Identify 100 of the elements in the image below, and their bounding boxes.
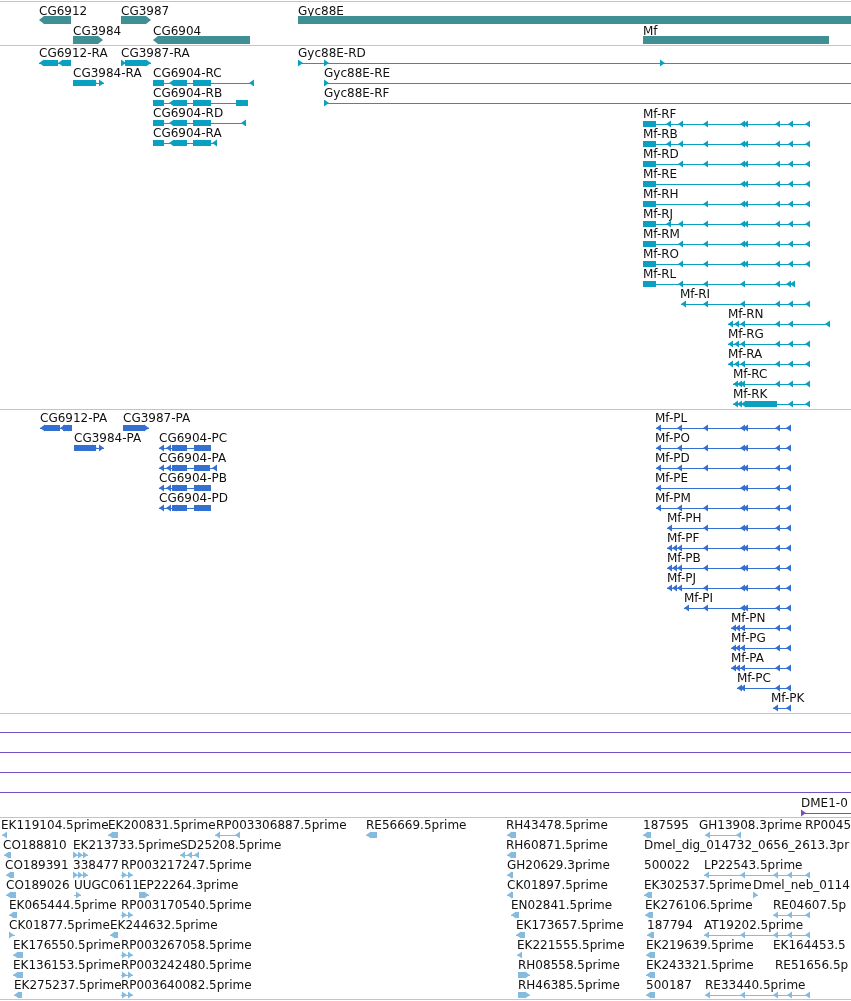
feature-label[interactable]: DME1-0 xyxy=(801,797,848,809)
feature-label[interactable]: EK119104.5prime xyxy=(1,819,109,831)
feature-label[interactable]: CG6912 xyxy=(39,5,88,17)
feature-label[interactable]: RH43478.5prime xyxy=(506,819,608,831)
feature-label[interactable]: RH46385.5prime xyxy=(518,979,620,991)
feature-label[interactable]: CG3987 xyxy=(121,5,170,17)
feature-label[interactable]: EN02841.5prime xyxy=(511,899,613,911)
feature-label[interactable]: Mf-PM xyxy=(655,492,691,504)
feature-label[interactable]: RP003306887.5prime xyxy=(216,819,347,831)
feature-label[interactable]: Gyc88E-RD xyxy=(298,47,366,59)
feature-label[interactable]: EK065444.5prime xyxy=(9,899,117,911)
feature-label[interactable]: EK219639.5prime xyxy=(646,939,754,951)
feature-label[interactable]: Mf-RJ xyxy=(643,208,674,220)
feature-label[interactable]: Mf-RE xyxy=(643,168,678,180)
feature-label[interactable]: EK173657.5prime xyxy=(516,919,624,931)
feature-label[interactable]: SD25208.5prime xyxy=(180,839,282,851)
feature-label[interactable]: CG6904-RB xyxy=(153,87,223,99)
feature-label[interactable]: EK244632.5prime xyxy=(110,919,218,931)
feature-label[interactable]: GH20629.3prime xyxy=(507,859,610,871)
feature-label[interactable]: EP22264.3prime xyxy=(139,879,239,891)
feature-label[interactable]: EK276106.5prime xyxy=(645,899,753,911)
feature-label[interactable]: RP003217247.5prime xyxy=(121,859,252,871)
feature-label[interactable]: EK221555.5prime xyxy=(517,939,625,951)
feature-label[interactable]: EK136153.5prime xyxy=(13,959,121,971)
feature-label[interactable]: Mf-PO xyxy=(655,432,690,444)
feature-label[interactable]: CG6904-RC xyxy=(153,67,222,79)
feature-label[interactable]: CG6904-PA xyxy=(159,452,227,464)
feature-label[interactable]: 187595 xyxy=(643,819,689,831)
feature-label[interactable]: Mf-RL xyxy=(643,268,677,280)
feature-label[interactable]: RP003170540.5prime xyxy=(121,899,252,911)
feature-label[interactable]: 187794 xyxy=(647,919,693,931)
feature-label[interactable]: RE51656.5p xyxy=(775,959,849,971)
feature-label[interactable]: EK164453.5 xyxy=(773,939,846,951)
feature-label[interactable]: LP22543.5prime xyxy=(704,859,803,871)
feature-label[interactable]: EK176550.5prime xyxy=(13,939,121,951)
feature-label[interactable]: CG3984 xyxy=(73,25,122,37)
feature-label[interactable]: CG6904 xyxy=(153,25,202,37)
feature-label[interactable]: Mf-PJ xyxy=(667,572,697,584)
feature-label[interactable]: Gyc88E-RF xyxy=(324,87,390,99)
feature-label[interactable]: RP0045 xyxy=(805,819,851,831)
feature-label[interactable]: Mf-RI xyxy=(680,288,711,300)
feature-label[interactable]: CG6904-RD xyxy=(153,107,224,119)
feature-label[interactable]: CK01877.5prime xyxy=(9,919,110,931)
feature-label[interactable]: Dmel_dig_014732_0656_2613.3pr xyxy=(644,839,850,851)
feature-label[interactable]: Mf-RK xyxy=(733,388,768,400)
feature-label[interactable]: Mf-RD xyxy=(643,148,679,160)
feature-label[interactable]: RE33440.5prime xyxy=(705,979,806,991)
feature-label[interactable]: Mf-PF xyxy=(667,532,700,544)
feature-label[interactable]: EK275237.5prime xyxy=(14,979,122,991)
feature-label[interactable]: EK243321.5prime xyxy=(646,959,754,971)
feature-label[interactable]: RP003242480.5prime xyxy=(121,959,252,971)
feature-label[interactable]: Mf-PH xyxy=(667,512,702,524)
feature-label[interactable]: RE04607.5p xyxy=(773,899,847,911)
feature-label[interactable]: CG6904-PD xyxy=(159,492,229,504)
feature-label[interactable]: 500187 xyxy=(646,979,692,991)
feature-label[interactable]: Gyc88E-RE xyxy=(324,67,391,79)
feature-label[interactable]: Gyc88E xyxy=(298,5,344,17)
feature-label[interactable]: Mf-PE xyxy=(655,472,689,484)
feature-label[interactable]: Mf-RG xyxy=(728,328,764,340)
feature-label[interactable]: Mf-RB xyxy=(643,128,678,140)
feature-label[interactable]: EK200831.5prime xyxy=(108,819,216,831)
feature-label[interactable]: Mf-PL xyxy=(655,412,688,424)
feature-label[interactable]: RH60871.5prime xyxy=(506,839,608,851)
feature-label[interactable]: Mf-PK xyxy=(771,692,805,704)
feature-label[interactable]: Mf-PI xyxy=(684,592,714,604)
feature-label[interactable]: Mf-PG xyxy=(731,632,766,644)
feature-label[interactable]: Mf-PD xyxy=(655,452,690,464)
feature-label[interactable]: 338477 xyxy=(73,859,119,871)
feature-label[interactable]: Dmel_neb_0114 xyxy=(753,879,850,891)
feature-label[interactable]: Mf-PN xyxy=(731,612,766,624)
feature-label[interactable]: CG6912-PA xyxy=(40,412,108,424)
feature-label[interactable]: Mf-RC xyxy=(733,368,768,380)
feature-label[interactable]: CG3987-RA xyxy=(121,47,190,59)
feature-label[interactable]: Mf-RA xyxy=(728,348,763,360)
feature-label[interactable]: RP003640082.5prime xyxy=(121,979,252,991)
feature-label[interactable]: CG6904-RA xyxy=(153,127,222,139)
feature-label[interactable]: CO188810 xyxy=(3,839,67,851)
feature-label[interactable]: CO189391 xyxy=(5,859,69,871)
feature-label[interactable]: Mf-PA xyxy=(731,652,764,664)
feature-label[interactable]: RH08558.5prime xyxy=(518,959,620,971)
feature-label[interactable]: 500022 xyxy=(644,859,690,871)
feature-label[interactable]: Mf-PC xyxy=(737,672,771,684)
feature-label[interactable]: Mf-RF xyxy=(643,108,677,120)
feature-label[interactable]: CG6904-PC xyxy=(159,432,228,444)
feature-label[interactable]: GH13908.3prime xyxy=(699,819,802,831)
feature-label[interactable]: EK302537.5prime xyxy=(644,879,752,891)
feature-label[interactable]: CO189026 xyxy=(6,879,70,891)
feature-label[interactable]: CG3984-PA xyxy=(74,432,142,444)
feature-label[interactable]: CG6904-PB xyxy=(159,472,227,484)
feature-label[interactable]: CG3984-RA xyxy=(73,67,142,79)
feature-label[interactable]: CK01897.5prime xyxy=(507,879,608,891)
feature-label[interactable]: RP003267058.5prime xyxy=(121,939,252,951)
feature-label[interactable]: Mf-PB xyxy=(667,552,701,564)
feature-label[interactable]: Mf xyxy=(643,25,658,37)
feature-label[interactable]: CG6912-RA xyxy=(39,47,108,59)
feature-label[interactable]: RE56669.5prime xyxy=(366,819,467,831)
feature-label[interactable]: Mf-RO xyxy=(643,248,680,260)
feature-label[interactable]: Mf-RN xyxy=(728,308,764,320)
feature-label[interactable]: AT19202.5prime xyxy=(704,919,804,931)
feature-label[interactable]: Mf-RH xyxy=(643,188,679,200)
